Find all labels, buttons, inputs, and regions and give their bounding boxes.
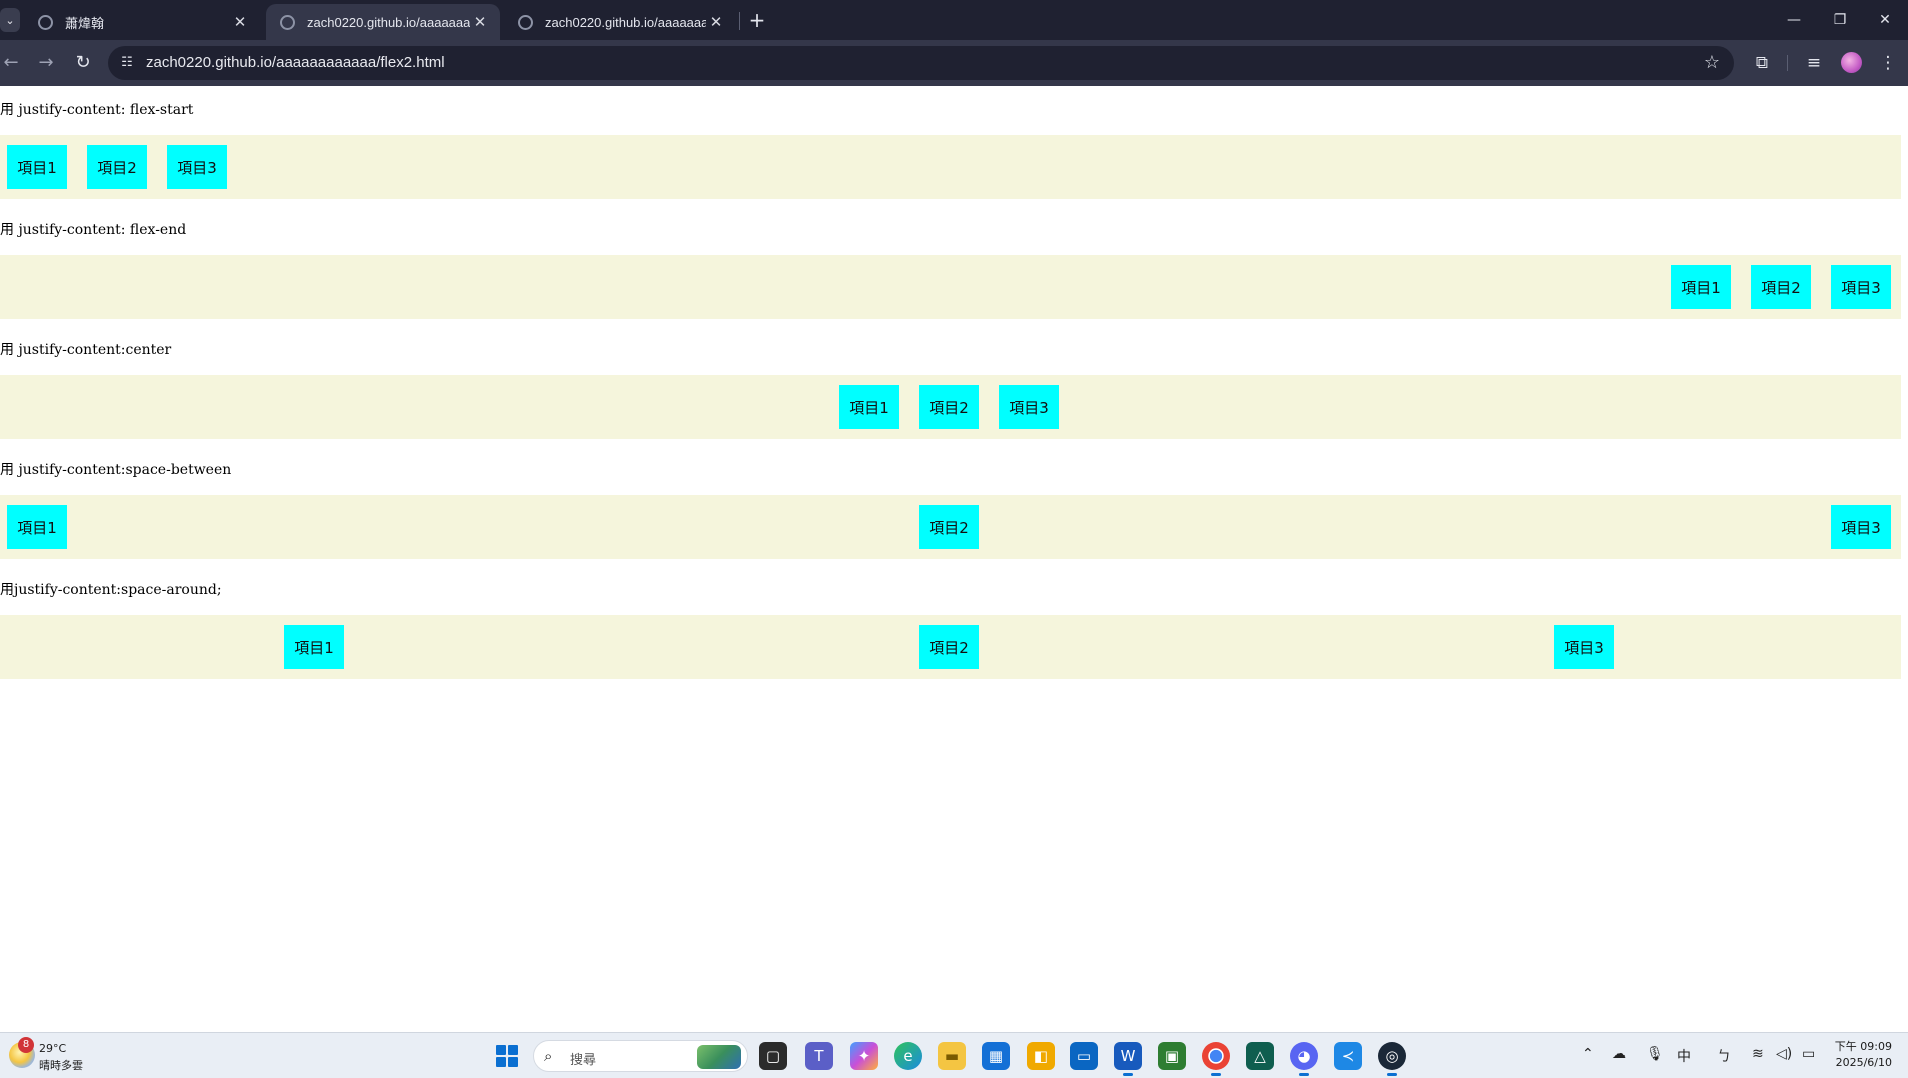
flex-item: 項目3: [1554, 625, 1614, 669]
ms-store-icon[interactable]: ▦: [982, 1042, 1010, 1070]
tab-1[interactable]: 蕭煒翰 ✕: [24, 4, 260, 40]
page-content: 用 justify-content: flex-start 項目1 項目2 項目…: [0, 86, 1908, 1032]
site-info-icon[interactable]: ☷: [118, 54, 136, 72]
url-text[interactable]: zach0220.github.io/aaaaaaaaaaaa/flex2.ht…: [146, 54, 445, 71]
restore-button[interactable]: ❐: [1817, 0, 1863, 40]
flex-item: 項目2: [919, 625, 979, 669]
flex-item: 項目2: [919, 505, 979, 549]
flex-item: 項目3: [999, 385, 1059, 429]
reload-icon[interactable]: ↻: [72, 52, 94, 74]
flex-item: 項目1: [7, 145, 67, 189]
globe-icon: [518, 14, 533, 30]
close-tab-icon[interactable]: ✕: [230, 13, 250, 31]
vscode-icon[interactable]: ≺: [1334, 1042, 1362, 1070]
task-view-icon[interactable]: ▢: [759, 1042, 787, 1070]
section-label-space-around: 用justify-content:space-around;: [0, 582, 222, 598]
windows-taskbar: 8 29°C 晴時多雲 ⌕ 搜尋 ▢ T ✦ e ▬ ▦ ◧ ▭ W ▣ △ ◕…: [0, 1032, 1908, 1078]
ime-mode-icon[interactable]: ㄅ: [1717, 1046, 1731, 1066]
show-hidden-icons-chevron-icon[interactable]: ⌃: [1582, 1046, 1594, 1062]
flex-item: 項目1: [284, 625, 344, 669]
vpn-app-icon[interactable]: △: [1246, 1042, 1274, 1070]
copilot-icon[interactable]: ✦: [850, 1042, 878, 1070]
flex-item: 項目2: [1751, 265, 1811, 309]
flex-item: 項目1: [7, 505, 67, 549]
flex-item: 項目3: [167, 145, 227, 189]
minecraft-icon[interactable]: ▣: [1158, 1042, 1186, 1070]
flex-item: 項目1: [1671, 265, 1731, 309]
system-clock[interactable]: 下午 09:09 2025/6/10: [1835, 1039, 1892, 1071]
tab-separator: [739, 12, 740, 30]
steam-icon[interactable]: ◎: [1378, 1042, 1406, 1076]
ime-indicator[interactable]: 中: [1677, 1046, 1691, 1066]
tab-3[interactable]: zach0220.github.io/aaaaaaaa ✕: [504, 4, 736, 40]
close-tab-icon[interactable]: ✕: [706, 13, 726, 31]
back-icon[interactable]: ←: [0, 52, 22, 74]
tab-title: 蕭煒翰: [65, 15, 105, 31]
flex-container-flex-start: 項目1 項目2 項目3: [0, 135, 1901, 199]
extensions-puzzle-icon[interactable]: ⧉: [1750, 51, 1774, 75]
teams-icon[interactable]: T: [805, 1042, 833, 1070]
flex-container-flex-end: 項目1 項目2 項目3: [0, 255, 1901, 319]
close-window-button[interactable]: ✕: [1862, 0, 1908, 40]
flex-container-space-between: 項目1 項目2 項目3: [0, 495, 1901, 559]
browser-tab-strip: ⌄ 蕭煒翰 ✕ zach0220.github.io/aaaaaaaa ✕ za…: [0, 0, 1908, 40]
wallet-icon[interactable]: ◧: [1027, 1042, 1055, 1070]
flex-container-center: 項目1 項目2 項目3: [0, 375, 1901, 439]
search-highlight-image: [697, 1045, 741, 1069]
edge-icon[interactable]: e: [894, 1042, 922, 1070]
section-label-flex-start: 用 justify-content: flex-start: [0, 102, 194, 118]
search-icon: ⌕: [544, 1047, 553, 1065]
taskbar-search[interactable]: ⌕ 搜尋: [533, 1040, 748, 1072]
profile-avatar[interactable]: [1841, 52, 1862, 73]
close-tab-icon[interactable]: ✕: [470, 13, 490, 31]
file-explorer-icon[interactable]: ▬: [938, 1042, 966, 1070]
tab-search-button[interactable]: ⌄: [0, 8, 20, 32]
word-icon[interactable]: W: [1114, 1042, 1142, 1076]
toolbar-divider: [1787, 55, 1788, 71]
microphone-icon[interactable]: 🎙: [1646, 1046, 1664, 1062]
section-label-flex-end: 用 justify-content: flex-end: [0, 222, 187, 238]
onedrive-cloud-icon[interactable]: ☁: [1612, 1046, 1626, 1062]
wifi-icon[interactable]: ≋: [1752, 1046, 1764, 1062]
browser-toolbar: ← → ↻ ☷ zach0220.github.io/aaaaaaaaaaaa/…: [0, 40, 1908, 86]
globe-icon: [280, 14, 295, 30]
discord-icon[interactable]: ◕: [1290, 1042, 1318, 1076]
forward-icon[interactable]: →: [35, 52, 57, 74]
notification-badge: 8: [18, 1037, 34, 1053]
media-queue-icon[interactable]: ≡: [1802, 51, 1826, 75]
address-bar[interactable]: ☷ zach0220.github.io/aaaaaaaaaaaa/flex2.…: [108, 46, 1734, 80]
flex-item: 項目2: [87, 145, 147, 189]
battery-icon[interactable]: ▭: [1802, 1046, 1815, 1062]
weather-description: 晴時多雲: [39, 1059, 83, 1072]
flex-container-space-around: 項目1 項目2 項目3: [0, 615, 1901, 679]
weather-temperature: 29°C: [39, 1042, 67, 1055]
clock-time: 下午 09:09: [1834, 1040, 1892, 1053]
minimize-button[interactable]: —: [1771, 0, 1817, 40]
flex-item: 項目1: [839, 385, 899, 429]
clock-date: 2025/6/10: [1835, 1056, 1892, 1069]
remote-desktop-icon[interactable]: ▭: [1070, 1042, 1098, 1070]
flex-item: 項目3: [1831, 265, 1891, 309]
kebab-menu-icon[interactable]: ⋮: [1876, 51, 1900, 75]
start-windows-icon[interactable]: [496, 1045, 518, 1067]
flex-item: 項目3: [1831, 505, 1891, 549]
section-label-center: 用 justify-content:center: [0, 342, 172, 358]
tab-title: zach0220.github.io/aaaaaaaa: [307, 14, 470, 30]
chrome-icon[interactable]: [1202, 1042, 1230, 1076]
tab-2[interactable]: zach0220.github.io/aaaaaaaa ✕: [266, 4, 500, 40]
section-label-space-between: 用 justify-content:space-between: [0, 462, 232, 478]
flex-item: 項目2: [919, 385, 979, 429]
bookmark-star-icon[interactable]: ☆: [1704, 52, 1720, 73]
search-placeholder: 搜尋: [570, 1053, 597, 1068]
volume-icon[interactable]: ◁): [1776, 1046, 1792, 1062]
globe-icon: [38, 14, 53, 30]
tab-title: zach0220.github.io/aaaaaaaa: [545, 14, 706, 30]
new-tab-button[interactable]: +: [748, 6, 766, 34]
